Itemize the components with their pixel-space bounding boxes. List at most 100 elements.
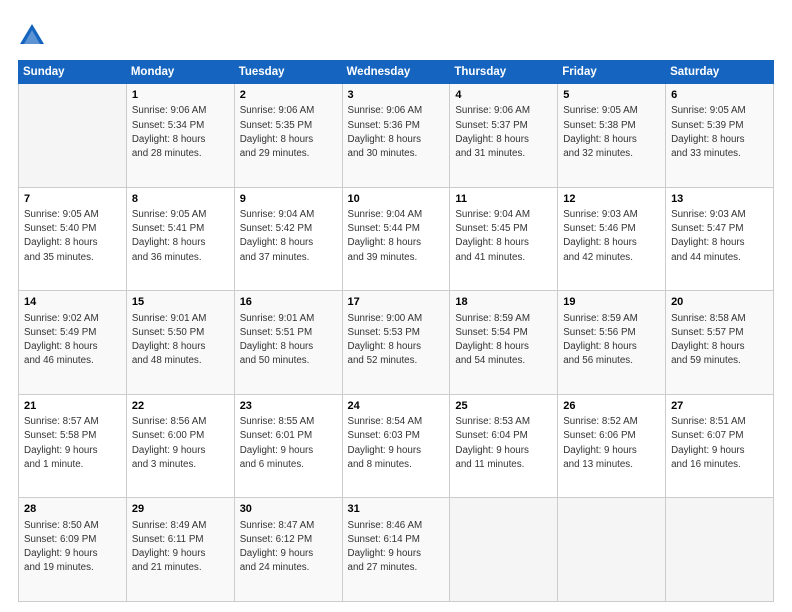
- calendar-day-header: Friday: [558, 61, 666, 84]
- calendar-day-header: Tuesday: [234, 61, 342, 84]
- day-info: Sunrise: 8:54 AMSunset: 6:03 PMDaylight:…: [348, 415, 445, 472]
- day-number: 10: [348, 192, 445, 207]
- day-info: Sunrise: 8:59 AMSunset: 5:54 PMDaylight:…: [455, 312, 552, 369]
- day-info: Sunrise: 8:59 AMSunset: 5:56 PMDaylight:…: [563, 312, 660, 369]
- day-info: Sunrise: 9:05 AMSunset: 5:40 PMDaylight:…: [24, 208, 121, 265]
- day-info: Sunrise: 8:56 AMSunset: 6:00 PMDaylight:…: [132, 415, 229, 472]
- day-info: Sunrise: 9:04 AMSunset: 5:44 PMDaylight:…: [348, 208, 445, 265]
- calendar-cell: 3Sunrise: 9:06 AMSunset: 5:36 PMDaylight…: [342, 84, 450, 188]
- day-number: 15: [132, 295, 229, 310]
- day-info: Sunrise: 8:58 AMSunset: 5:57 PMDaylight:…: [671, 312, 768, 369]
- header: [18, 18, 774, 50]
- calendar-cell: 15 Sunrise: 9:01 AMSunset: 5:50 PMDayligh…: [126, 291, 234, 395]
- day-number: 24: [348, 399, 445, 414]
- calendar-cell: 7Sunrise: 9:05 AMSunset: 5:40 PMDaylight…: [19, 187, 127, 291]
- calendar-cell: 25Sunrise: 8:53 AMSunset: 6:04 PMDayligh…: [450, 394, 558, 498]
- calendar-cell: 29 Sunrise: 8:49 AMSunset: 6:11 PMDayligh…: [126, 498, 234, 602]
- day-info: Sunrise: 8:55 AMSunset: 6:01 PMDaylight:…: [240, 415, 337, 472]
- calendar-cell: 5Sunrise: 9:05 AMSunset: 5:38 PMDaylight…: [558, 84, 666, 188]
- logo-icon: [18, 22, 46, 50]
- calendar-cell: [558, 498, 666, 602]
- day-info: Sunrise: 9:01 AMSunset: 5:51 PMDaylight:…: [240, 312, 337, 369]
- calendar-cell: 18 Sunrise: 8:59 AMSunset: 5:54 PMDayligh…: [450, 291, 558, 395]
- calendar-cell: 19 Sunrise: 8:59 AMSunset: 5:56 PMDayligh…: [558, 291, 666, 395]
- day-info: Sunrise: 9:05 AMSunset: 5:41 PMDaylight:…: [132, 208, 229, 265]
- calendar-cell: 6Sunrise: 9:05 AMSunset: 5:39 PMDaylight…: [666, 84, 774, 188]
- calendar-cell: [19, 84, 127, 188]
- day-info: Sunrise: 9:02 AMSunset: 5:49 PMDaylight:…: [24, 312, 121, 369]
- day-number: 8: [132, 192, 229, 207]
- day-info: Sunrise: 9:06 AMSunset: 5:35 PMDaylight:…: [240, 104, 337, 161]
- day-number: 26: [563, 399, 660, 414]
- calendar-cell: 27Sunrise: 8:51 AMSunset: 6:07 PMDayligh…: [666, 394, 774, 498]
- day-info: Sunrise: 9:06 AMSunset: 5:36 PMDaylight:…: [348, 104, 445, 161]
- day-info: Sunrise: 9:03 AMSunset: 5:46 PMDaylight:…: [563, 208, 660, 265]
- day-number: 6: [671, 88, 768, 103]
- day-number: 7: [24, 192, 121, 207]
- calendar-cell: 13Sunrise: 9:03 AMSunset: 5:47 PMDayligh…: [666, 187, 774, 291]
- calendar-table: SundayMondayTuesdayWednesdayThursdayFrid…: [18, 60, 774, 602]
- calendar-cell: 12Sunrise: 9:03 AMSunset: 5:46 PMDayligh…: [558, 187, 666, 291]
- day-number: 29: [132, 502, 229, 517]
- day-info: Sunrise: 8:53 AMSunset: 6:04 PMDaylight:…: [455, 415, 552, 472]
- calendar-day-header: Wednesday: [342, 61, 450, 84]
- calendar-cell: [666, 498, 774, 602]
- day-number: 4: [455, 88, 552, 103]
- day-info: Sunrise: 8:52 AMSunset: 6:06 PMDaylight:…: [563, 415, 660, 472]
- day-number: 3: [348, 88, 445, 103]
- calendar-week-row: 1Sunrise: 9:06 AMSunset: 5:34 PMDaylight…: [19, 84, 774, 188]
- day-number: 13: [671, 192, 768, 207]
- calendar-cell: 26Sunrise: 8:52 AMSunset: 6:06 PMDayligh…: [558, 394, 666, 498]
- day-info: Sunrise: 9:06 AMSunset: 5:37 PMDaylight:…: [455, 104, 552, 161]
- day-info: Sunrise: 9:04 AMSunset: 5:42 PMDaylight:…: [240, 208, 337, 265]
- calendar-day-header: Thursday: [450, 61, 558, 84]
- calendar-cell: 2Sunrise: 9:06 AMSunset: 5:35 PMDaylight…: [234, 84, 342, 188]
- day-info: Sunrise: 8:47 AMSunset: 6:12 PMDaylight:…: [240, 519, 337, 576]
- page: SundayMondayTuesdayWednesdayThursdayFrid…: [0, 0, 792, 612]
- day-number: 11: [455, 192, 552, 207]
- calendar-cell: 17Sunrise: 9:00 AMSunset: 5:53 PMDayligh…: [342, 291, 450, 395]
- calendar-day-header: Sunday: [19, 61, 127, 84]
- calendar-cell: [450, 498, 558, 602]
- day-info: Sunrise: 9:01 AMSunset: 5:50 PMDaylight:…: [132, 312, 229, 369]
- day-number: 5: [563, 88, 660, 103]
- day-info: Sunrise: 9:05 AMSunset: 5:38 PMDaylight:…: [563, 104, 660, 161]
- day-info: Sunrise: 8:50 AMSunset: 6:09 PMDaylight:…: [24, 519, 121, 576]
- day-number: 18: [455, 295, 552, 310]
- day-info: Sunrise: 8:49 AMSunset: 6:11 PMDaylight:…: [132, 519, 229, 576]
- calendar-cell: 31 Sunrise: 8:46 AMSunset: 6:14 PMDayligh…: [342, 498, 450, 602]
- calendar-day-header: Monday: [126, 61, 234, 84]
- day-number: 2: [240, 88, 337, 103]
- calendar-cell: 14 Sunrise: 9:02 AMSunset: 5:49 PMDayligh…: [19, 291, 127, 395]
- day-number: 25: [455, 399, 552, 414]
- day-number: 31: [348, 502, 445, 517]
- day-number: 16: [240, 295, 337, 310]
- calendar-cell: 24Sunrise: 8:54 AMSunset: 6:03 PMDayligh…: [342, 394, 450, 498]
- calendar-cell: 9Sunrise: 9:04 AMSunset: 5:42 PMDaylight…: [234, 187, 342, 291]
- calendar-day-header: Saturday: [666, 61, 774, 84]
- day-info: Sunrise: 9:04 AMSunset: 5:45 PMDaylight:…: [455, 208, 552, 265]
- calendar-cell: 20 Sunrise: 8:58 AMSunset: 5:57 PMDayligh…: [666, 291, 774, 395]
- day-number: 1: [132, 88, 229, 103]
- day-number: 14: [24, 295, 121, 310]
- day-number: 30: [240, 502, 337, 517]
- logo: [18, 18, 50, 50]
- calendar-cell: 23Sunrise: 8:55 AMSunset: 6:01 PMDayligh…: [234, 394, 342, 498]
- day-info: Sunrise: 9:03 AMSunset: 5:47 PMDaylight:…: [671, 208, 768, 265]
- calendar-cell: 30 Sunrise: 8:47 AMSunset: 6:12 PMDayligh…: [234, 498, 342, 602]
- day-number: 27: [671, 399, 768, 414]
- calendar-cell: 16 Sunrise: 9:01 AMSunset: 5:51 PMDayligh…: [234, 291, 342, 395]
- calendar-cell: 28Sunrise: 8:50 AMSunset: 6:09 PMDayligh…: [19, 498, 127, 602]
- day-info: Sunrise: 9:06 AMSunset: 5:34 PMDaylight:…: [132, 104, 229, 161]
- day-number: 20: [671, 295, 768, 310]
- day-info: Sunrise: 8:46 AMSunset: 6:14 PMDaylight:…: [348, 519, 445, 576]
- day-number: 12: [563, 192, 660, 207]
- calendar-cell: 11Sunrise: 9:04 AMSunset: 5:45 PMDayligh…: [450, 187, 558, 291]
- day-info: Sunrise: 9:00 AMSunset: 5:53 PMDaylight:…: [348, 312, 445, 369]
- day-number: 19: [563, 295, 660, 310]
- day-info: Sunrise: 8:57 AMSunset: 5:58 PMDaylight:…: [24, 415, 121, 472]
- calendar-cell: 8Sunrise: 9:05 AMSunset: 5:41 PMDaylight…: [126, 187, 234, 291]
- day-number: 9: [240, 192, 337, 207]
- day-info: Sunrise: 9:05 AMSunset: 5:39 PMDaylight:…: [671, 104, 768, 161]
- day-info: Sunrise: 8:51 AMSunset: 6:07 PMDaylight:…: [671, 415, 768, 472]
